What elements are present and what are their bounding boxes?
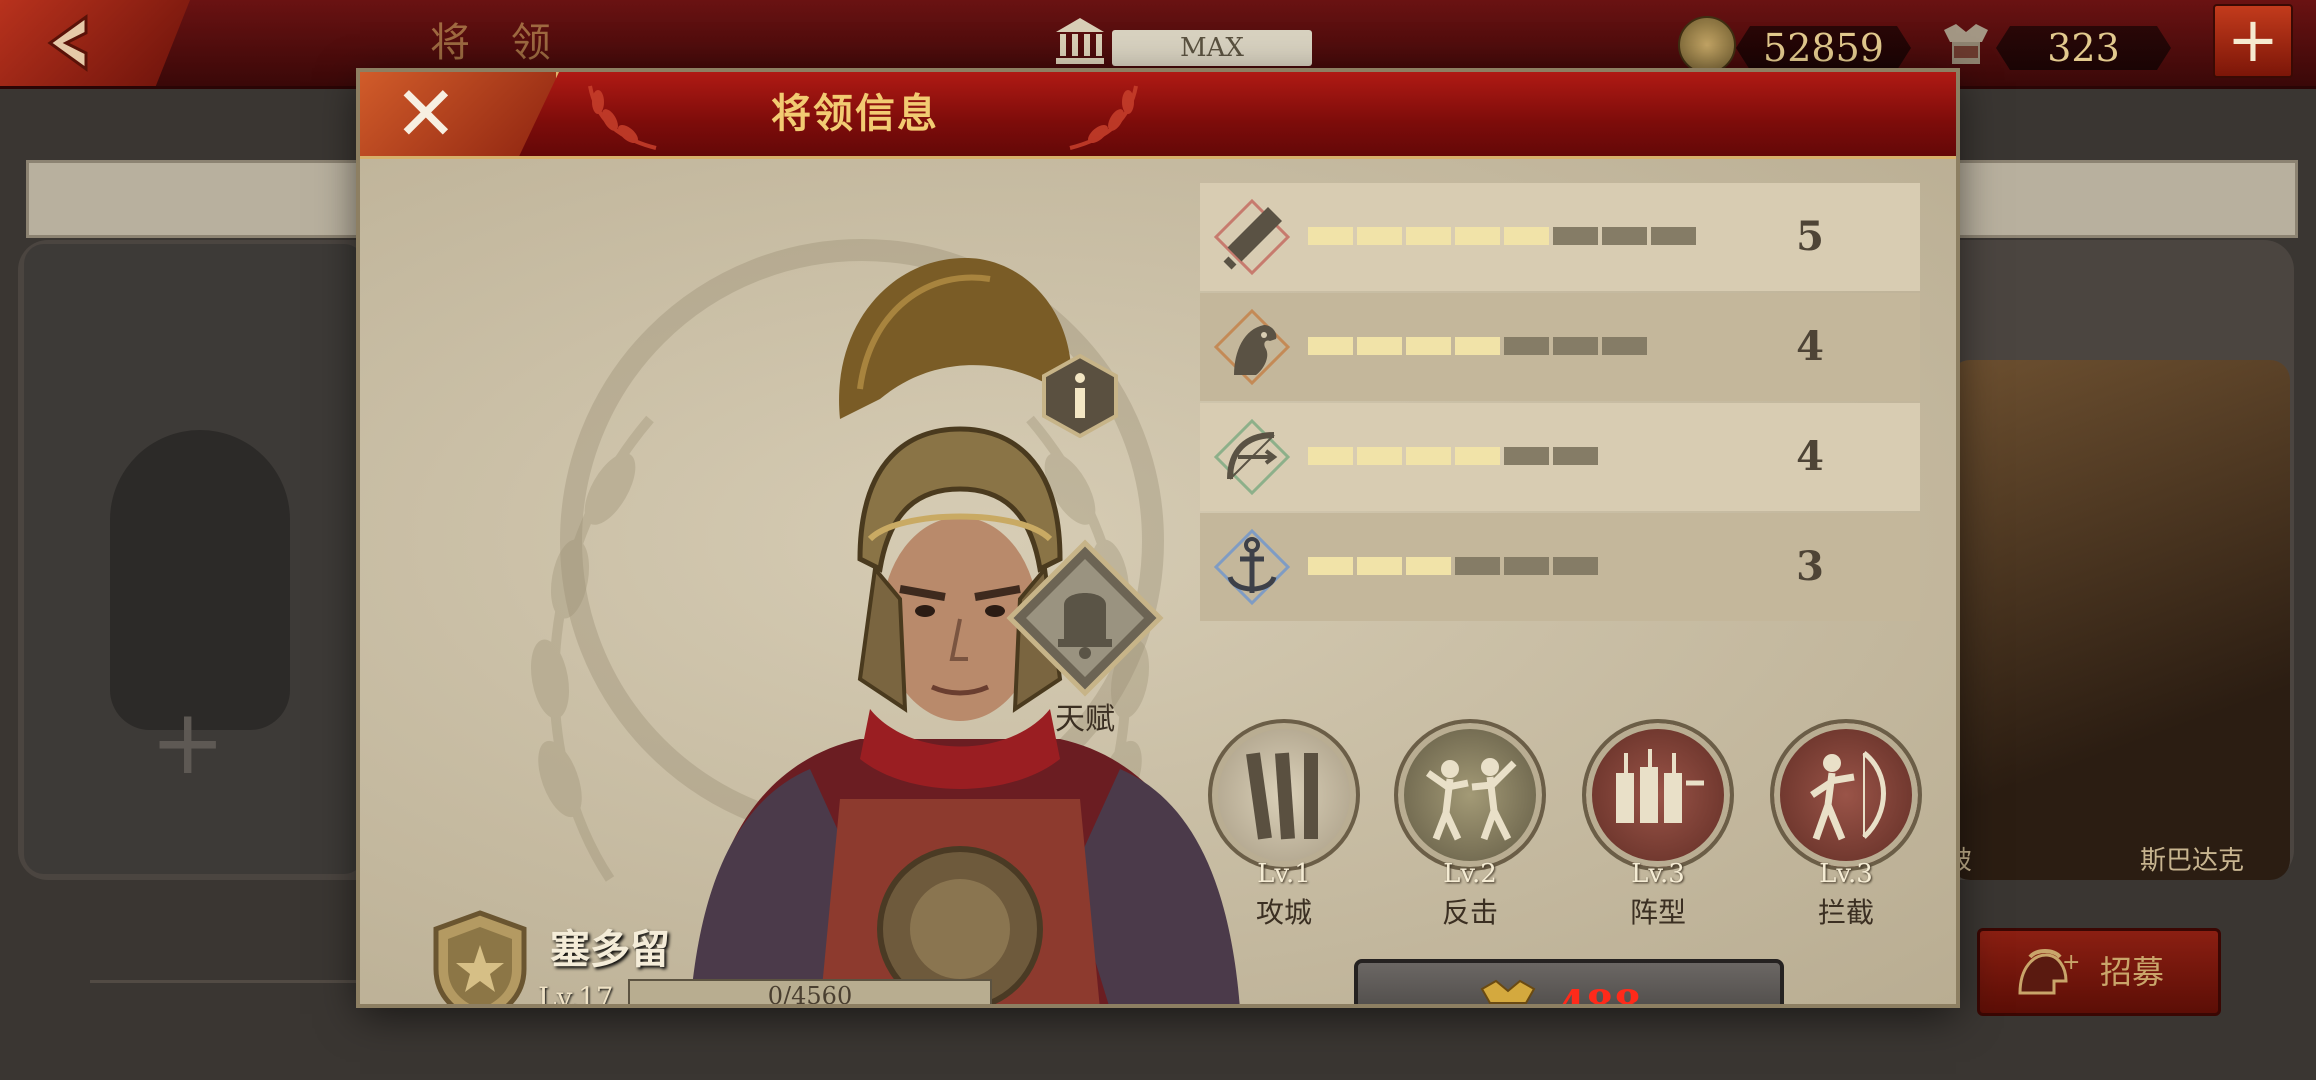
skill-name: 攻城: [1255, 896, 1312, 929]
stat-value: 4: [1796, 323, 1824, 370]
page-title: 将 领: [430, 20, 565, 66]
spqr-cost-button[interactable]: 488: [1354, 959, 1784, 1004]
dialog-body: 天赋 塞多留 Lv.17 0/4560 5 4 4 3 Lv.1 攻城 Lv.2 反击…: [360, 159, 1956, 1004]
general-portrait: [690, 258, 1240, 1004]
treasury-icon: [1056, 18, 1104, 64]
stat-bar-segment: [1553, 337, 1598, 355]
stat-bar-segment: [1357, 447, 1402, 465]
spqr-value: 323: [1996, 26, 2171, 70]
stat-bar-segment: [1357, 337, 1402, 355]
add-slot-icon: +: [150, 690, 226, 795]
stat-bar-segment: [1504, 337, 1549, 355]
stat-bar-segment: [1602, 227, 1647, 245]
stat-bar-segment: [1602, 337, 1647, 355]
close-icon: ✕: [394, 69, 458, 158]
stat-bar-segment: [1308, 227, 1353, 245]
stat-row: 4: [1200, 403, 1920, 511]
sword-icon: [1213, 198, 1291, 276]
bow-icon: [1213, 418, 1291, 496]
stat-bar-segment: [1553, 447, 1598, 465]
add-resource-button[interactable]: +: [2213, 4, 2293, 78]
stat-row: 3: [1200, 513, 1920, 621]
coin-value: 52859: [1736, 26, 1911, 70]
helmet-plus-icon: +: [2018, 949, 2080, 995]
back-arrow-icon: [47, 14, 88, 72]
recruit-button[interactable]: + 招募: [1977, 928, 2221, 1016]
talent-label: 天赋: [1055, 702, 1115, 737]
silhouette-icon: [110, 430, 290, 730]
stat-bar-segment: [1651, 227, 1696, 245]
general-level: Lv.17: [538, 981, 614, 1004]
rank-shield-icon: [433, 910, 527, 1004]
skill-name: 阵型: [1629, 896, 1686, 929]
stat-row: 4: [1200, 293, 1920, 401]
info-button[interactable]: [1042, 354, 1118, 438]
max-label: MAX: [1112, 30, 1312, 66]
general-card-right[interactable]: [1950, 360, 2290, 880]
spqr-eagle-icon: [1944, 24, 1988, 64]
recruit-label: 招募: [2100, 953, 2165, 991]
stat-bar-segment: [1504, 227, 1549, 245]
siege-skill-icon: [1208, 719, 1360, 871]
general-name: 塞多留: [550, 926, 670, 973]
intercept-skill-icon: [1770, 719, 1922, 871]
stat-bar-segment: [1406, 557, 1451, 575]
stat-bar-segment: [1455, 447, 1500, 465]
anchor-icon: [1213, 528, 1291, 606]
experience-bar: 0/4560: [628, 979, 992, 1004]
stat-bar-segment: [1357, 227, 1402, 245]
skill-level: Lv.3: [1631, 859, 1685, 889]
stat-bar: [1308, 337, 1647, 355]
storage-indicator: MAX: [1052, 14, 1312, 66]
skill-level: Lv.3: [1819, 859, 1873, 889]
skill-intercept[interactable]: Lv.3 拦截: [1770, 719, 1930, 959]
stat-bar-segment: [1553, 227, 1598, 245]
skill-level: Lv.1: [1257, 859, 1311, 889]
stat-bar-segment: [1357, 557, 1402, 575]
stat-bar-segment: [1308, 557, 1353, 575]
stat-bar-segment: [1504, 557, 1549, 575]
stat-value: 5: [1796, 213, 1824, 260]
stat-value: 4: [1796, 433, 1824, 480]
talent-button[interactable]: [1006, 539, 1164, 697]
general-card-name: 斯巴达克: [2140, 846, 2245, 876]
stat-bar-segment: [1406, 447, 1451, 465]
stat-bar-segment: [1504, 447, 1549, 465]
dialog-header: 将领信息 ✕: [360, 72, 1956, 159]
skill-siege[interactable]: Lv.1 攻城: [1208, 719, 1368, 959]
cost-amount: 488: [1558, 963, 1642, 1004]
coin-icon: [1678, 16, 1736, 74]
skill-level: Lv.2: [1443, 859, 1497, 889]
stat-bar-segment: [1455, 337, 1500, 355]
general-info-dialog: 将领信息 ✕ 天赋 塞多留 Lv.17 0/4560 5 4 4 3 Lv.1 …: [360, 72, 1956, 1004]
stat-bar-segment: [1308, 337, 1353, 355]
formation-skill-icon: [1582, 719, 1734, 871]
stat-row: 5: [1200, 183, 1920, 291]
stat-bar: [1308, 557, 1598, 575]
stat-bar-segment: [1308, 447, 1353, 465]
skill-counterattack[interactable]: Lv.2 反击: [1394, 719, 1554, 959]
counterattack-skill-icon: [1394, 719, 1546, 871]
experience-text: 0/4560: [767, 982, 853, 1004]
stat-bar-segment: [1406, 227, 1451, 245]
stat-bar-segment: [1455, 227, 1500, 245]
stat-bar: [1308, 447, 1598, 465]
stat-bar-segment: [1553, 557, 1598, 575]
stat-bar-segment: [1455, 557, 1500, 575]
stat-bar-segment: [1406, 337, 1451, 355]
skill-name: 反击: [1441, 896, 1498, 929]
svg-text:+: +: [2062, 950, 2080, 975]
skill-name: 拦截: [1817, 896, 1874, 929]
stat-value: 3: [1796, 543, 1824, 590]
spqr-eagle-icon: [1480, 979, 1536, 1004]
skill-formation[interactable]: Lv.3 阵型: [1582, 719, 1742, 959]
cavalry-icon: [1213, 308, 1291, 386]
back-button[interactable]: [0, 0, 190, 86]
stat-bar: [1308, 227, 1696, 245]
